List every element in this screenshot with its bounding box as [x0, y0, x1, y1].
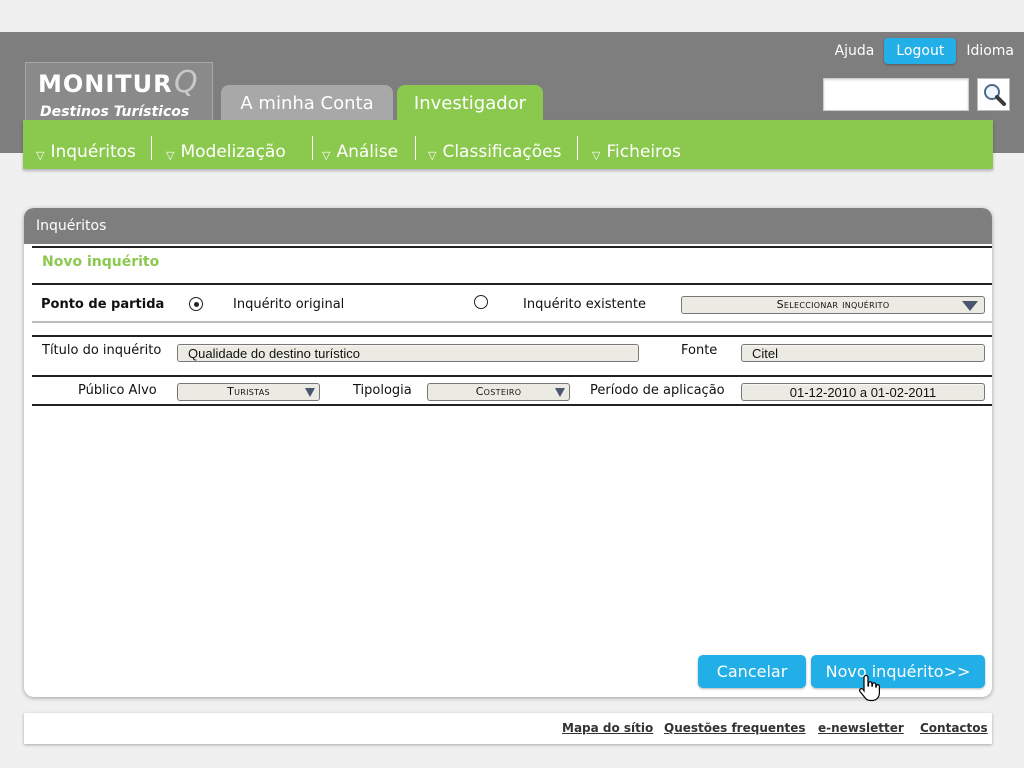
menu-divider — [312, 136, 313, 160]
menu-item-label: Classificações — [442, 142, 562, 162]
menu-divider — [151, 136, 152, 160]
new-survey-button[interactable]: Novo inquérito>> — [811, 655, 985, 688]
select-value: Costeiro — [475, 385, 522, 398]
row-shadow — [32, 321, 992, 323]
divider — [32, 375, 992, 377]
divider — [32, 283, 992, 285]
select-value: Seleccionar inquérito — [776, 298, 890, 311]
footer: Mapa do sítio Questões frequentes e-news… — [24, 713, 992, 744]
radio-original-label[interactable]: Inquérito original — [233, 297, 344, 312]
menu-divider — [577, 136, 578, 160]
radio-existing[interactable] — [474, 295, 488, 309]
triangle-down-icon: ▽ — [428, 148, 437, 162]
divider — [32, 404, 992, 406]
start-point-label: Ponto de partida — [41, 297, 165, 312]
select-value: Turistas — [227, 385, 270, 398]
tab-investigator[interactable]: Investigador — [397, 85, 543, 121]
dropdown-arrow-icon — [962, 301, 978, 311]
logo-subtitle: Destinos Turísticos — [40, 104, 190, 120]
dropdown-arrow-icon — [305, 388, 315, 397]
period-input[interactable] — [741, 383, 985, 401]
triangle-down-icon: ▽ — [166, 148, 175, 162]
divider — [32, 335, 992, 337]
section-title: Novo inquérito — [42, 254, 160, 270]
menu-item-label: Análise — [336, 142, 399, 162]
select-existing-survey[interactable]: Seleccionar inquérito — [681, 296, 985, 314]
search-button[interactable] — [977, 78, 1010, 111]
radio-dot — [193, 301, 199, 307]
menu-item-ficheiros[interactable]: ▽ Ficheiros — [592, 142, 681, 162]
help-link[interactable]: Ajuda — [835, 43, 875, 59]
logo-name: MONITUR — [38, 70, 173, 98]
divider — [32, 246, 992, 248]
period-label: Período de aplicação — [590, 383, 725, 398]
radio-existing-label[interactable]: Inquérito existente — [523, 297, 646, 312]
title-label: Título do inquérito — [42, 343, 162, 358]
triangle-down-icon: ▽ — [322, 148, 331, 162]
language-link[interactable]: Idioma — [966, 43, 1014, 59]
triangle-down-icon: ▽ — [36, 148, 45, 162]
main-menu: ▽ Inquéritos ▽ Modelização ▽ Análise ▽ C… — [23, 120, 993, 169]
footer-link-sitemap[interactable]: Mapa do sítio — [562, 721, 653, 735]
menu-item-label: Ficheiros — [606, 142, 681, 162]
footer-link-newsletter[interactable]: e-newsletter — [818, 721, 904, 735]
triangle-down-icon: ▽ — [592, 148, 601, 162]
dropdown-arrow-icon — [555, 388, 565, 397]
monitur-logo[interactable]: MONITUR Q Destinos Turísticos — [25, 62, 213, 127]
menu-item-label: Modelização — [180, 142, 286, 162]
logo-mark: Q — [174, 65, 198, 100]
survey-panel: Inquéritos Novo inquérito Ponto de parti… — [24, 208, 992, 697]
tab-my-account[interactable]: A minha Conta — [221, 85, 393, 121]
search-icon — [983, 83, 1006, 106]
audience-label: Público Alvo — [78, 383, 157, 398]
top-links: Ajuda Logout Idioma — [835, 38, 1014, 64]
panel-title: Inquéritos — [24, 208, 992, 244]
logout-button[interactable]: Logout — [884, 38, 957, 64]
menu-divider — [415, 136, 416, 160]
cancel-button[interactable]: Cancelar — [698, 655, 806, 688]
menu-item-analise[interactable]: ▽ Análise — [322, 142, 398, 162]
menu-item-classificacoes[interactable]: ▽ Classificações — [428, 142, 561, 162]
footer-link-contacts[interactable]: Contactos — [920, 721, 988, 735]
title-input[interactable] — [177, 344, 639, 362]
search-input[interactable] — [823, 78, 969, 111]
footer-link-faq[interactable]: Questões frequentes — [664, 721, 806, 735]
radio-original[interactable] — [189, 297, 203, 311]
type-label: Tipologia — [353, 383, 412, 398]
menu-item-inqueritos[interactable]: ▽ Inquéritos — [36, 142, 136, 162]
source-label: Fonte — [681, 343, 718, 358]
menu-item-label: Inquéritos — [50, 142, 136, 162]
menu-item-modelizacao[interactable]: ▽ Modelização — [166, 142, 286, 162]
source-input[interactable] — [741, 344, 985, 362]
hand-pointer-icon — [859, 674, 880, 702]
type-select[interactable]: Costeiro — [427, 383, 570, 401]
audience-select[interactable]: Turistas — [177, 383, 320, 401]
